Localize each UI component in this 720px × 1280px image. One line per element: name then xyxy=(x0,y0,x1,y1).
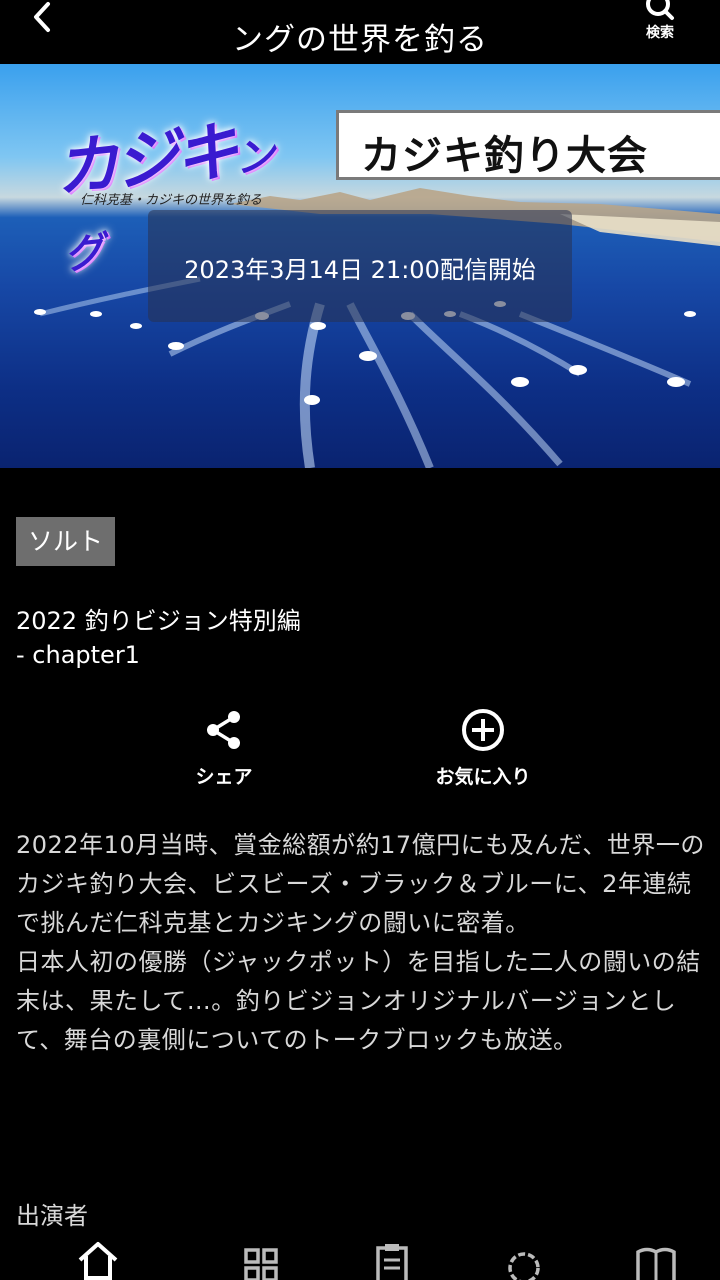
cast-section-label: 出演者 xyxy=(16,1202,88,1230)
episode-description: 2022年10月当時、賞金総額が約17億円にも及んだ、世界一のカジキ釣り大会、ビ… xyxy=(16,826,706,1060)
share-label: シェア xyxy=(195,766,253,788)
top-bar: ングの世界を釣る 検索 xyxy=(0,0,720,64)
broadcast-date: 2023年3月14日 21:00配信開始 xyxy=(184,256,536,284)
favorite-label: お気に入り xyxy=(435,766,531,788)
description-paragraph: 日本人初の優勝（ジャックポット）を目指した二人の闘いの結末は、果たして…。釣りビ… xyxy=(16,948,701,1054)
broadcast-date-overlay: 2023年3月14日 21:00配信開始 xyxy=(148,210,572,322)
tab-settings[interactable] xyxy=(502,1238,546,1280)
page-title: ングの世界を釣る xyxy=(232,22,488,58)
share-icon xyxy=(207,711,240,749)
grid-icon xyxy=(244,1248,278,1280)
share-button[interactable]: シェア xyxy=(154,708,294,789)
episode-title: 2022 釣りビジョン特別編 - chapter1 xyxy=(16,604,696,672)
tab-book[interactable] xyxy=(634,1238,678,1280)
hero-banner-title: カジキ釣り大会 xyxy=(361,133,648,179)
hero-banner: カジキ釣り大会 xyxy=(336,110,720,180)
tab-grid[interactable] xyxy=(240,1238,284,1280)
tab-home[interactable] xyxy=(76,1238,120,1280)
search-icon xyxy=(646,0,674,20)
logo-subtitle: 仁科克基・カジキの世界を釣る xyxy=(80,193,263,208)
hero-image[interactable]: カジキング 仁科克基・カジキの世界を釣る カジキ釣り大会 2023年3月14日 … xyxy=(0,64,720,468)
description-paragraph: 2022年10月当時、賞金総額が約17億円にも及んだ、世界一のカジキ釣り大会、ビ… xyxy=(16,831,705,937)
book-icon xyxy=(636,1247,676,1280)
bottom-tab-bar xyxy=(0,1228,720,1280)
kajiking-logo: カジキング 仁科克基・カジキの世界を釣る xyxy=(40,84,290,279)
search-label: 検索 xyxy=(646,25,674,41)
clipboard-icon xyxy=(376,1244,408,1280)
genre-tag[interactable]: ソルト xyxy=(16,517,116,566)
home-icon xyxy=(78,1242,118,1280)
episode-title-line2: - chapter1 xyxy=(16,641,140,669)
search-button[interactable]: 検索 xyxy=(630,0,690,48)
tab-list[interactable] xyxy=(370,1238,414,1280)
add-circle-icon xyxy=(462,709,504,751)
episode-title-line1: 2022 釣りビジョン特別編 xyxy=(16,607,301,635)
favorite-button[interactable]: お気に入り xyxy=(413,708,553,789)
settings-icon xyxy=(508,1252,540,1280)
